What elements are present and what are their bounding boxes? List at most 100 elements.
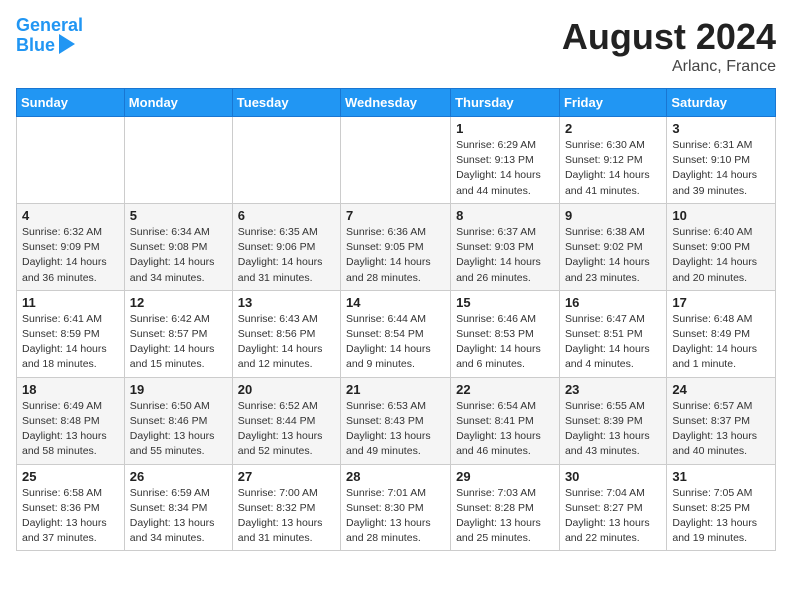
calendar-cell: 29 Sunrise: 7:03 AM Sunset: 8:28 PM Dayli… [451,464,560,551]
day-info: Sunrise: 6:46 AM Sunset: 8:53 PM Dayligh… [456,312,554,373]
day-number: 12 [130,295,227,310]
day-number: 27 [238,469,335,484]
day-number: 25 [22,469,119,484]
day-number: 6 [238,208,335,223]
day-number: 4 [22,208,119,223]
day-info: Sunrise: 6:55 AM Sunset: 8:39 PM Dayligh… [565,399,661,460]
calendar-cell: 9Sunrise: 6:38 AM Sunset: 9:02 PM Daylig… [559,203,666,290]
day-info: Sunrise: 6:31 AM Sunset: 9:10 PM Dayligh… [672,138,770,199]
day-number: 15 [456,295,554,310]
day-info: Sunrise: 6:36 AM Sunset: 9:05 PM Dayligh… [346,225,445,286]
day-number: 22 [456,382,554,397]
day-info: Sunrise: 7:01 AM Sunset: 8:30 PM Dayligh… [346,486,445,547]
calendar-cell: 17 Sunrise: 6:48 AM Sunset: 8:49 PM Dayli… [667,290,776,377]
day-number: 20 [238,382,335,397]
logo-blue: Blue [16,36,55,56]
day-info: Sunrise: 6:47 AM Sunset: 8:51 PM Dayligh… [565,312,661,373]
calendar-cell: 6 Sunrise: 6:35 AM Sunset: 9:06 PM Daylig… [232,203,340,290]
day-number: 5 [130,208,227,223]
calendar-cell: 4 Sunrise: 6:32 AM Sunset: 9:09 PM Daylig… [17,203,125,290]
day-info: Sunrise: 6:43 AM Sunset: 8:56 PM Dayligh… [238,312,335,373]
header-thursday: Thursday [451,89,560,117]
day-number: 24 [672,382,770,397]
week-row-1: 4 Sunrise: 6:32 AM Sunset: 9:09 PM Daylig… [17,203,776,290]
day-number: 11 [22,295,119,310]
day-number: 26 [130,469,227,484]
calendar-cell [17,117,125,204]
calendar-cell: 5 Sunrise: 6:34 AM Sunset: 9:08 PM Daylig… [124,203,232,290]
day-number: 28 [346,469,445,484]
day-number: 30 [565,469,661,484]
calendar-cell: 23 Sunrise: 6:55 AM Sunset: 8:39 PM Dayli… [559,377,666,464]
day-number: 17 [672,295,770,310]
calendar-cell: 26Sunrise: 6:59 AM Sunset: 8:34 PM Dayli… [124,464,232,551]
title-block: August 2024 Arlanc, France [562,16,776,76]
day-number: 13 [238,295,335,310]
day-info: Sunrise: 6:35 AM Sunset: 9:06 PM Dayligh… [238,225,335,286]
day-info: Sunrise: 6:40 AM Sunset: 9:00 PM Dayligh… [672,225,770,286]
calendar-cell: 27 Sunrise: 7:00 AM Sunset: 8:32 PM Dayli… [232,464,340,551]
day-info: Sunrise: 6:52 AM Sunset: 8:44 PM Dayligh… [238,399,335,460]
day-number: 16 [565,295,661,310]
calendar-cell: 12 Sunrise: 6:42 AM Sunset: 8:57 PM Dayli… [124,290,232,377]
calendar-cell: 21Sunrise: 6:53 AM Sunset: 8:43 PM Dayli… [341,377,451,464]
day-number: 29 [456,469,554,484]
calendar-body: 1 Sunrise: 6:29 AM Sunset: 9:13 PM Daylig… [17,117,776,551]
calendar-cell: 25 Sunrise: 6:58 AM Sunset: 8:36 PM Dayli… [17,464,125,551]
calendar-cell [124,117,232,204]
calendar-cell: 20 Sunrise: 6:52 AM Sunset: 8:44 PM Dayli… [232,377,340,464]
calendar-table: SundayMondayTuesdayWednesdayThursdayFrid… [16,88,776,551]
page-header: General Blue August 2024 Arlanc, France [16,16,776,76]
header-monday: Monday [124,89,232,117]
calendar-cell: 30 Sunrise: 7:04 AM Sunset: 8:27 PM Dayli… [559,464,666,551]
day-number: 1 [456,121,554,136]
week-row-4: 25 Sunrise: 6:58 AM Sunset: 8:36 PM Dayli… [17,464,776,551]
day-info: Sunrise: 6:44 AM Sunset: 8:54 PM Dayligh… [346,312,445,373]
header-friday: Friday [559,89,666,117]
day-info: Sunrise: 7:05 AM Sunset: 8:25 PM Dayligh… [672,486,770,547]
calendar-cell: 8Sunrise: 6:37 AM Sunset: 9:03 PM Daylig… [451,203,560,290]
calendar-cell: 11 Sunrise: 6:41 AM Sunset: 8:59 PM Dayli… [17,290,125,377]
calendar-cell: 22Sunrise: 6:54 AM Sunset: 8:41 PM Dayli… [451,377,560,464]
day-number: 19 [130,382,227,397]
week-row-2: 11 Sunrise: 6:41 AM Sunset: 8:59 PM Dayli… [17,290,776,377]
week-row-0: 1 Sunrise: 6:29 AM Sunset: 9:13 PM Daylig… [17,117,776,204]
calendar-cell: 3 Sunrise: 6:31 AM Sunset: 9:10 PM Daylig… [667,117,776,204]
day-info: Sunrise: 6:58 AM Sunset: 8:36 PM Dayligh… [22,486,119,547]
calendar-header-row: SundayMondayTuesdayWednesdayThursdayFrid… [17,89,776,117]
calendar-cell: 1 Sunrise: 6:29 AM Sunset: 9:13 PM Daylig… [451,117,560,204]
logo: General Blue [16,16,83,56]
day-info: Sunrise: 6:48 AM Sunset: 8:49 PM Dayligh… [672,312,770,373]
header-tuesday: Tuesday [232,89,340,117]
day-info: Sunrise: 6:49 AM Sunset: 8:48 PM Dayligh… [22,399,119,460]
day-info: Sunrise: 7:03 AM Sunset: 8:28 PM Dayligh… [456,486,554,547]
calendar-cell: 28 Sunrise: 7:01 AM Sunset: 8:30 PM Dayli… [341,464,451,551]
day-number: 23 [565,382,661,397]
header-sunday: Sunday [17,89,125,117]
day-info: Sunrise: 6:42 AM Sunset: 8:57 PM Dayligh… [130,312,227,373]
logo-arrow-icon [59,34,75,54]
day-info: Sunrise: 6:37 AM Sunset: 9:03 PM Dayligh… [456,225,554,286]
day-info: Sunrise: 7:00 AM Sunset: 8:32 PM Dayligh… [238,486,335,547]
day-info: Sunrise: 6:29 AM Sunset: 9:13 PM Dayligh… [456,138,554,199]
month-title: August 2024 [562,16,776,58]
day-info: Sunrise: 6:50 AM Sunset: 8:46 PM Dayligh… [130,399,227,460]
day-info: Sunrise: 6:34 AM Sunset: 9:08 PM Dayligh… [130,225,227,286]
day-number: 2 [565,121,661,136]
header-wednesday: Wednesday [341,89,451,117]
calendar-cell: 18Sunrise: 6:49 AM Sunset: 8:48 PM Dayli… [17,377,125,464]
location: Arlanc, France [562,58,776,76]
calendar-cell: 19 Sunrise: 6:50 AM Sunset: 8:46 PM Dayli… [124,377,232,464]
day-info: Sunrise: 6:41 AM Sunset: 8:59 PM Dayligh… [22,312,119,373]
day-info: Sunrise: 7:04 AM Sunset: 8:27 PM Dayligh… [565,486,661,547]
header-saturday: Saturday [667,89,776,117]
day-number: 3 [672,121,770,136]
day-info: Sunrise: 6:32 AM Sunset: 9:09 PM Dayligh… [22,225,119,286]
day-info: Sunrise: 6:38 AM Sunset: 9:02 PM Dayligh… [565,225,661,286]
week-row-3: 18Sunrise: 6:49 AM Sunset: 8:48 PM Dayli… [17,377,776,464]
calendar-cell: 13 Sunrise: 6:43 AM Sunset: 8:56 PM Dayli… [232,290,340,377]
day-number: 21 [346,382,445,397]
calendar-cell: 24Sunrise: 6:57 AM Sunset: 8:37 PM Dayli… [667,377,776,464]
calendar-cell: 2 Sunrise: 6:30 AM Sunset: 9:12 PM Daylig… [559,117,666,204]
day-info: Sunrise: 6:30 AM Sunset: 9:12 PM Dayligh… [565,138,661,199]
